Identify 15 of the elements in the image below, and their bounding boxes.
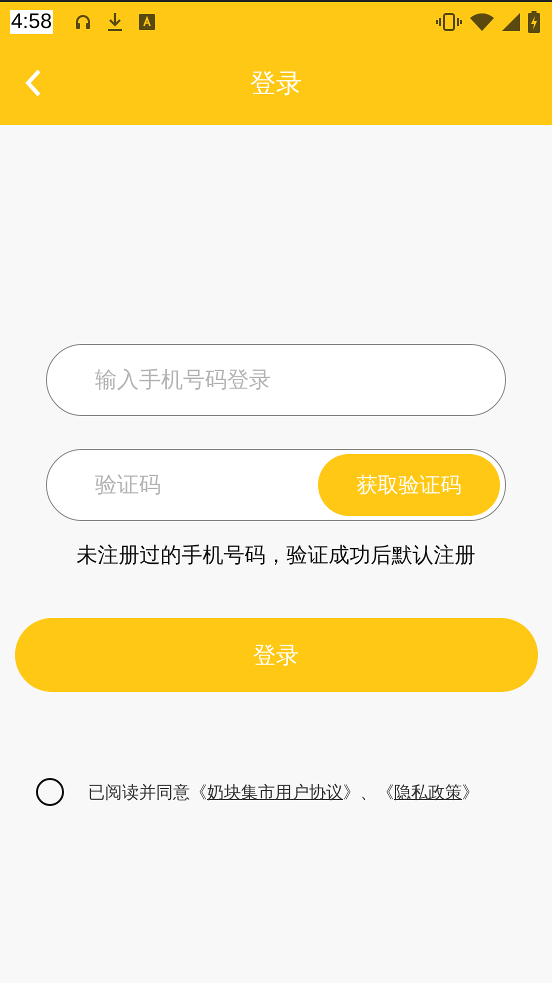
download-icon [106,12,123,32]
letter-square-icon [138,14,155,30]
agreement-checkbox[interactable] [36,778,64,806]
agreement-link[interactable]: 隐私政策 [394,782,462,802]
headphones-icon [74,14,91,30]
wifi-icon [470,13,494,31]
agreement-text: 已阅读并同意《奶块集市用户协议》、《隐私政策》 [88,782,479,804]
signal-icon [502,13,520,31]
phone-field[interactable]: 输入手机号码登录 [46,344,506,416]
registration-hint: 未注册过的手机号码，验证成功后默认注册 [76,542,476,569]
page-title: 登录 [250,68,302,101]
agreement-link[interactable]: 奶块集市用户协议 [207,782,343,802]
battery-charging-icon [528,11,540,33]
status-time: 4:58 [10,10,53,34]
vibrate-icon [436,13,462,31]
